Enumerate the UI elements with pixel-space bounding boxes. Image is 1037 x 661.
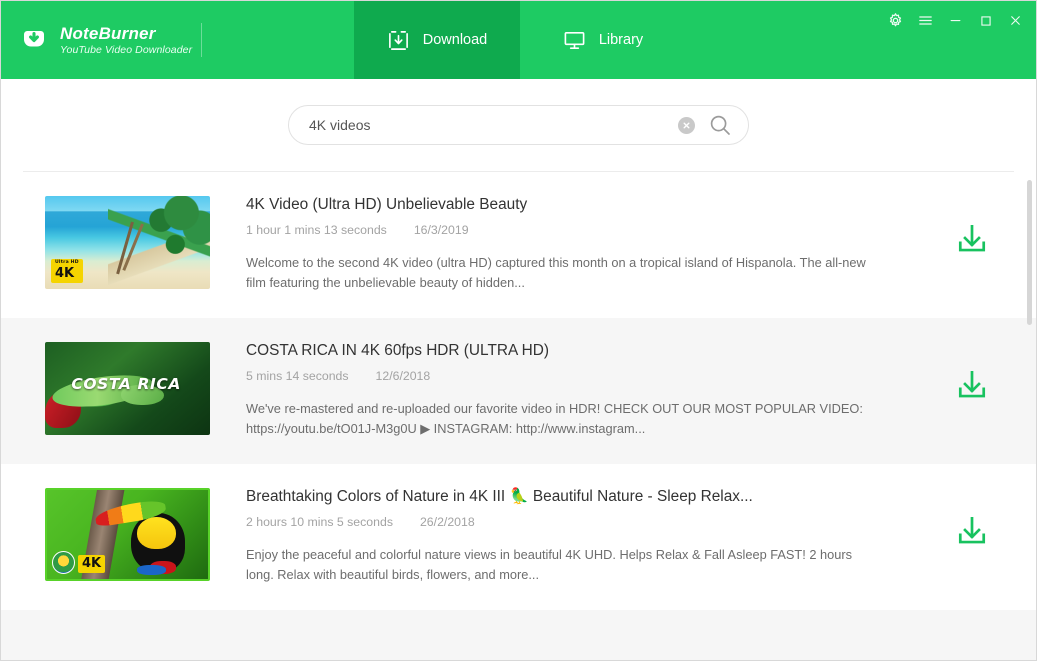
video-title[interactable]: COSTA RICA IN 4K 60fps HDR (ULTRA HD): [246, 341, 888, 360]
list-item[interactable]: [1, 610, 1036, 660]
download-icon[interactable]: [953, 512, 991, 550]
download-icon[interactable]: [953, 366, 991, 404]
video-meta: 2 hours 10 mins 5 seconds 26/2/2018: [246, 515, 888, 529]
video-description: We've re-mastered and re-uploaded our fa…: [246, 401, 863, 437]
video-thumbnail[interactable]: COSTA RICA: [45, 342, 210, 435]
search-icon[interactable]: [708, 113, 732, 137]
scrollbar-thumb[interactable]: [1027, 180, 1032, 325]
clear-circle-icon[interactable]: [678, 116, 695, 134]
video-thumbnail[interactable]: 4K: [45, 488, 210, 581]
resolution-badge: 4K: [78, 555, 106, 573]
list-item[interactable]: Ultra HD 4K 4K Video (Ultra HD) Unbeliev…: [1, 172, 1036, 318]
tab-download[interactable]: Download: [354, 1, 520, 79]
list-item[interactable]: 4K Breathtaking Colors of Nature in 4K I…: [1, 464, 1036, 610]
brand-subtitle: YouTube Video Downloader: [60, 44, 193, 57]
video-duration: 5 mins 14 seconds: [246, 369, 349, 384]
list-item-body: 4K Video (Ultra HD) Unbelievable Beauty …: [210, 194, 908, 293]
resolution-badge: Ultra HD 4K: [51, 259, 83, 283]
monitor-icon: [563, 29, 586, 52]
resolution-badge-label: 4K: [55, 266, 75, 281]
video-duration: 2 hours 10 mins 5 seconds: [246, 515, 393, 530]
download-cell: [908, 194, 1036, 258]
video-date: 16/3/2019: [413, 223, 469, 238]
thumbnail-foliage: [107, 196, 210, 289]
list-item-body: COSTA RICA IN 4K 60fps HDR (ULTRA HD) 5 …: [210, 340, 908, 439]
tab-download-label: Download: [422, 32, 488, 48]
download-icon[interactable]: [953, 220, 991, 258]
thumbnail-toucan-chest: [137, 516, 176, 549]
video-description: Enjoy the peaceful and colorful nature v…: [246, 547, 853, 583]
resolution-badge-label: 4K: [82, 556, 102, 571]
list-item-body: Breathtaking Colors of Nature in 4K III …: [210, 486, 908, 585]
tab-library[interactable]: Library: [520, 1, 686, 79]
video-title[interactable]: 4K Video (Ultra HD) Unbelievable Beauty: [246, 195, 888, 214]
brand-divider: [201, 23, 202, 57]
video-date: 26/2/2018: [419, 515, 475, 530]
noteburner-logo-icon: [19, 25, 49, 55]
video-title[interactable]: Breathtaking Colors of Nature in 4K III …: [246, 487, 888, 506]
app-window: NoteBurner YouTube Video Downloader Down…: [0, 0, 1037, 661]
download-cell: [908, 486, 1036, 550]
thumbnail-channel-logo: [52, 551, 75, 574]
list-item[interactable]: COSTA RICA COSTA RICA IN 4K 60fps HDR (U…: [1, 318, 1036, 464]
download-cell: [908, 340, 1036, 404]
video-duration: 1 hour 1 mins 13 seconds: [246, 223, 387, 238]
search-input[interactable]: [309, 117, 678, 133]
video-meta: 5 mins 14 seconds 12/6/2018: [246, 369, 888, 383]
title-bar: NoteBurner YouTube Video Downloader Down…: [1, 1, 1036, 79]
thumbnail-overlay-text: COSTA RICA: [71, 375, 181, 394]
maximize-icon[interactable]: [977, 12, 994, 29]
video-meta: 1 hour 1 mins 13 seconds 16/3/2019: [246, 223, 888, 237]
gear-icon[interactable]: [887, 12, 904, 29]
tab-library-label: Library: [598, 32, 644, 48]
brand: NoteBurner YouTube Video Downloader: [1, 1, 201, 79]
results-list: Ultra HD 4K 4K Video (Ultra HD) Unbeliev…: [1, 172, 1036, 660]
video-thumbnail[interactable]: Ultra HD 4K: [45, 196, 210, 289]
video-date: 12/6/2018: [375, 369, 431, 384]
download-icon: [387, 29, 410, 52]
main-nav: Download Library: [354, 1, 686, 79]
hamburger-menu-icon[interactable]: [917, 12, 934, 29]
search-box[interactable]: [288, 105, 749, 145]
window-controls: [887, 12, 1024, 29]
search-area: [1, 79, 1036, 171]
video-description: Welcome to the second 4K video (ultra HD…: [246, 255, 866, 291]
minimize-icon[interactable]: [947, 12, 964, 29]
brand-name: NoteBurner: [60, 24, 156, 44]
close-icon[interactable]: [1007, 12, 1024, 29]
list-scrollbar[interactable]: [1027, 180, 1032, 652]
thumbnail-toucan-feet: [137, 564, 167, 576]
